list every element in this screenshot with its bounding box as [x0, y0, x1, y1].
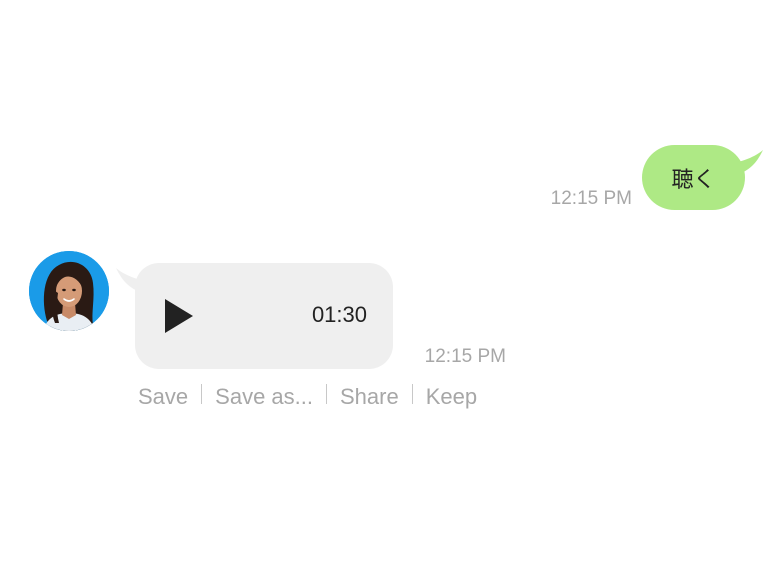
action-separator: [326, 384, 327, 404]
save-button[interactable]: Save: [138, 384, 188, 410]
contact-avatar[interactable]: [29, 251, 109, 331]
play-icon[interactable]: [163, 297, 195, 335]
outgoing-message-text: 聴く: [671, 167, 716, 193]
keep-button[interactable]: Keep: [426, 384, 477, 410]
share-button[interactable]: Share: [340, 384, 399, 410]
outgoing-message-time: 12:15 PM: [550, 188, 632, 209]
action-separator: [201, 384, 203, 404]
action-separator: [411, 384, 413, 404]
voice-message-bubble[interactable]: 01:30: [135, 263, 393, 369]
incoming-message-time: 12:15 PM: [424, 346, 506, 367]
save-as-button[interactable]: Save as...: [215, 384, 313, 410]
voice-message-duration: 01:30: [311, 302, 367, 327]
voice-message-actions: Save Save as... Share Keep: [138, 384, 477, 410]
outgoing-message-bubble[interactable]: 聴く: [642, 145, 745, 210]
person-avatar-icon: [29, 251, 109, 331]
